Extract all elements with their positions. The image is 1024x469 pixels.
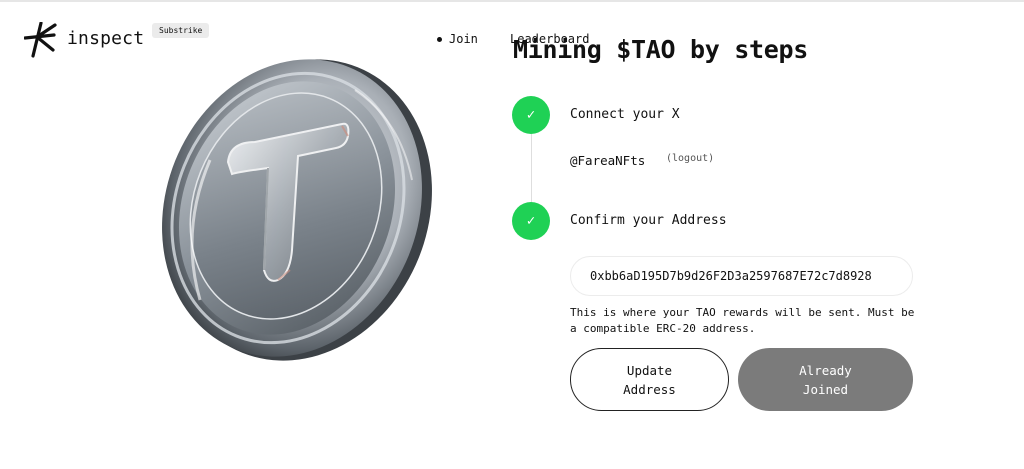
address-helper-text: This is where your TAO rewards will be s… <box>570 306 915 335</box>
active-dot-icon <box>437 36 442 42</box>
update-address-button[interactable]: Update Address <box>570 348 729 411</box>
brand-name: inspect <box>67 28 145 49</box>
address-field-container <box>570 256 913 296</box>
x-handle: @FareaNFts <box>570 153 646 168</box>
page-title: Mining $TAO by steps <box>513 35 809 64</box>
top-divider <box>0 0 1024 2</box>
wallet-address-input[interactable] <box>571 257 912 295</box>
nav-join-link[interactable]: Join <box>437 32 478 46</box>
already-joined-label: Already Joined <box>799 362 852 397</box>
network-badge: Substrike <box>152 23 210 38</box>
step-2-check-icon: ✓ <box>512 202 550 240</box>
tao-coin-illustration <box>162 59 432 361</box>
brand-logo[interactable]: inspect <box>24 22 144 58</box>
logout-link[interactable]: (logout) <box>666 153 714 164</box>
nav-join-label: Join <box>449 32 478 46</box>
step-2-label: Confirm your Address <box>570 213 727 228</box>
asterisk-logo-icon <box>24 22 57 58</box>
step-1-label: Connect your X <box>570 107 680 122</box>
step-connector <box>531 134 532 202</box>
already-joined-button[interactable]: Already Joined <box>738 348 913 411</box>
update-address-label: Update Address <box>623 362 676 397</box>
step-1-check-icon: ✓ <box>512 96 550 134</box>
